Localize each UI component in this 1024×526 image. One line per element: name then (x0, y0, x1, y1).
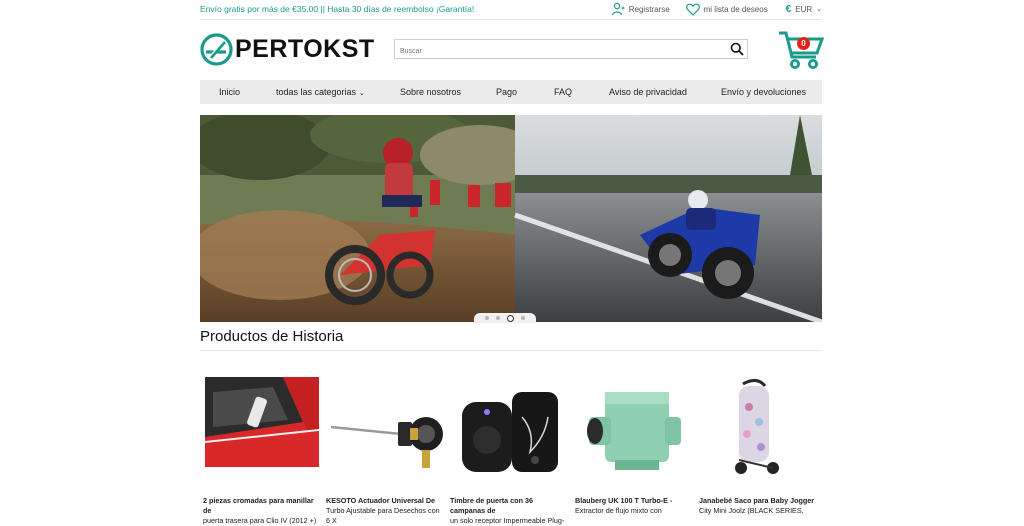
slider-dot[interactable] (485, 316, 489, 320)
nav-item-payment[interactable]: Pago (496, 80, 517, 104)
hero-slider[interactable] (200, 115, 822, 322)
search-icon[interactable] (730, 42, 744, 56)
wishlist-link[interactable]: mi lista de deseos (685, 3, 768, 16)
heart-icon (685, 3, 700, 16)
top-links: Registrarse mi lista de deseos € EUR ⌄ (611, 0, 822, 18)
logo-mark-icon (200, 33, 233, 66)
shopping-cart-icon (779, 31, 825, 69)
nav-item-shipping[interactable]: Envío y devoluciones (721, 80, 806, 104)
product-title-line1: 2 piezas cromadas para manillar de (203, 496, 314, 515)
section-divider (200, 350, 822, 351)
chevron-down-icon: ⌄ (359, 90, 365, 97)
nav-item-inicio[interactable]: Inicio (219, 80, 240, 104)
nav-item-label: todas las categorias (276, 87, 357, 97)
product-image (330, 417, 443, 468)
slider-dots (474, 313, 536, 323)
wishlist-label: mi lista de deseos (703, 4, 768, 14)
product-title-line1: KESOTO Actuador Universal De (326, 496, 436, 505)
register-label: Registrarse (628, 4, 670, 14)
product-title[interactable]: 2 piezas cromadas para manillar de puerta… (203, 496, 321, 526)
product-title-line1: Janabebé Saco para Baby Jogger (699, 496, 815, 505)
currency-select[interactable]: € EUR ⌄ (786, 4, 822, 15)
slider-dot[interactable] (496, 316, 500, 320)
product-title-line2: Extractor de flujo mixto con (575, 506, 662, 515)
product-image (735, 379, 779, 474)
slider-dot[interactable] (521, 316, 525, 320)
product-title-line2: puerta trasera para Clio IV (2012 +) (203, 516, 317, 525)
search-input[interactable] (395, 42, 720, 61)
top-bar: Envío gratis por más de €35.00 || Hasta … (200, 0, 822, 18)
product-title[interactable]: KESOTO Actuador Universal De Turbo Ajusta… (326, 496, 444, 526)
cart-button[interactable]: 0 (778, 29, 825, 71)
euro-icon: € (785, 3, 792, 15)
nav-item-categories[interactable]: todas las categorias ⌄ (276, 80, 365, 104)
logo-text: PERTOKST (235, 35, 375, 63)
product-title-line2: City Mini Joolz (BLACK SERIES, (699, 506, 804, 515)
section-title: Productos de Historia (200, 328, 344, 345)
product-title[interactable]: Janabebé Saco para Baby Jogger City Mini … (699, 496, 817, 516)
cart-count-badge: 0 (797, 37, 810, 50)
register-link[interactable]: Registrarse (611, 2, 670, 16)
product-title[interactable]: Timbre de puerta con 36 campanas de un so… (450, 496, 568, 526)
main-nav: Inicio todas las categorias ⌄ Sobre nosot… (200, 80, 822, 104)
product-title[interactable]: Blauberg UK 100 T Turbo-E - Extractor de … (575, 496, 693, 516)
product-image (204, 377, 320, 467)
slider-dot-active[interactable] (507, 314, 514, 322)
top-divider (200, 19, 822, 20)
search-box (394, 39, 748, 61)
hero-image (200, 115, 822, 322)
promo-text: Envío gratis por más de €35.00 || Hasta … (200, 4, 475, 14)
nav-item-about[interactable]: Sobre nosotros (400, 80, 461, 104)
nav-item-faq[interactable]: FAQ (554, 80, 572, 104)
product-title-line2: Turbo Ajustable para Desechos con 6 X (326, 506, 440, 525)
chevron-down-icon: ⌄ (816, 6, 822, 13)
product-image (587, 392, 681, 470)
currency-label: EUR (795, 4, 813, 14)
nav-item-privacy[interactable]: Aviso de privacidad (609, 80, 687, 104)
product-title-line1: Blauberg UK 100 T Turbo-E - (575, 496, 673, 505)
product-image (462, 392, 558, 472)
product-title-line1: Timbre de puerta con 36 campanas de (450, 496, 533, 515)
logo[interactable]: PERTOKST (200, 33, 375, 66)
product-title-line2: un solo receptor Impermeable Plug- (450, 516, 565, 525)
user-add-icon (611, 2, 625, 16)
